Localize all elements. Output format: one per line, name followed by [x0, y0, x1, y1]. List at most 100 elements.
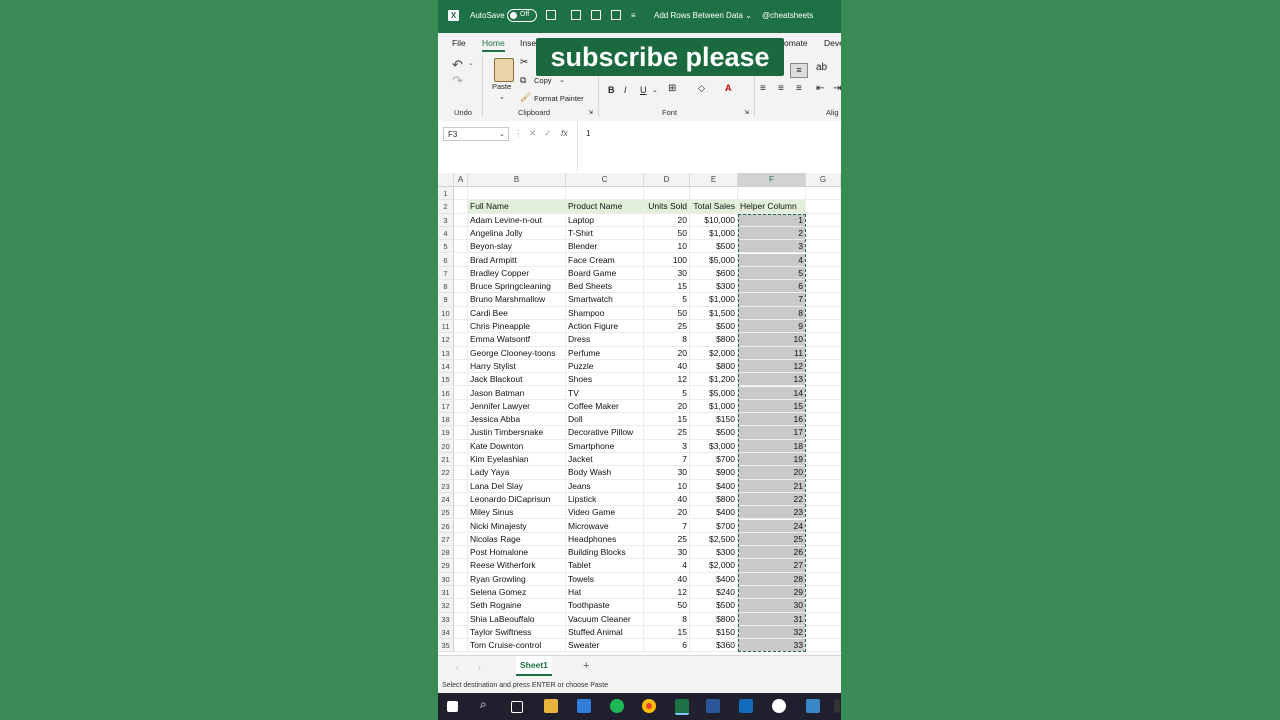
row-header[interactable]: 16: [438, 386, 454, 400]
grid-cell[interactable]: $2,000: [690, 346, 738, 360]
grid-cell[interactable]: 30: [644, 546, 690, 560]
row-header[interactable]: 20: [438, 439, 454, 453]
add-sheet-button[interactable]: +: [583, 660, 589, 672]
grid-cell[interactable]: Reese Witherfork: [468, 559, 566, 573]
grid-cell[interactable]: 1: [738, 213, 806, 227]
grid-cell[interactable]: [806, 399, 841, 414]
grid-cell[interactable]: $500: [690, 426, 738, 440]
column-header-c[interactable]: C: [566, 173, 644, 187]
grid-cell[interactable]: [806, 359, 841, 374]
grid-cell[interactable]: $2,000: [690, 559, 738, 573]
column-header-e[interactable]: E: [690, 173, 738, 187]
grid-cell[interactable]: 15: [644, 280, 690, 294]
grid-cell[interactable]: $500: [690, 599, 738, 613]
grid-cell[interactable]: [806, 479, 841, 493]
grid-cell[interactable]: 20: [644, 213, 690, 227]
grid-cell[interactable]: 100: [644, 253, 690, 267]
grid-cell[interactable]: [454, 359, 468, 374]
grid-cell[interactable]: $5,000: [690, 386, 738, 400]
grid-cell[interactable]: 12: [738, 359, 806, 374]
grid-cell[interactable]: [806, 426, 841, 440]
macro-dropdown[interactable]: Add Rows Between Data ⌄: [654, 11, 752, 20]
grid-cell[interactable]: 20: [644, 506, 690, 520]
grid-cell[interactable]: 2: [738, 226, 806, 241]
row-header[interactable]: 22: [438, 466, 454, 480]
grid-cell[interactable]: 16: [738, 413, 806, 427]
row-header[interactable]: 24: [438, 492, 454, 507]
grid-cell[interactable]: 14: [738, 386, 806, 400]
chevron-down-icon[interactable]: ⌄: [652, 86, 658, 94]
grid-cell[interactable]: [454, 200, 468, 214]
row-header[interactable]: 3: [438, 213, 454, 227]
grid-cell[interactable]: [806, 599, 841, 613]
grid-cell[interactable]: [454, 306, 468, 320]
grid-cell[interactable]: [454, 519, 468, 533]
chevron-down-icon[interactable]: ⌄: [559, 76, 565, 84]
grid-cell[interactable]: $150: [690, 413, 738, 427]
grid-cell[interactable]: [454, 373, 468, 387]
grid-cell[interactable]: 8: [644, 612, 690, 626]
grid-cell[interactable]: [454, 506, 468, 520]
grid-cell[interactable]: $1,500: [690, 306, 738, 320]
grid-cell[interactable]: $400: [690, 479, 738, 493]
app-icon[interactable]: [772, 699, 786, 713]
grid-cell[interactable]: [454, 625, 468, 640]
excel-taskbar-icon[interactable]: [675, 699, 689, 715]
spotify-icon[interactable]: [610, 699, 624, 713]
grid-cell[interactable]: [454, 546, 468, 560]
row-header[interactable]: 4: [438, 226, 454, 241]
format-painter-icon[interactable]: 🖌: [520, 92, 531, 103]
row-header[interactable]: 31: [438, 586, 454, 600]
grid-cell[interactable]: [806, 266, 841, 281]
grid-cell[interactable]: Doll: [566, 413, 644, 427]
explorer-icon[interactable]: [544, 699, 558, 713]
grid-cell[interactable]: Stuffed Animal: [566, 625, 644, 640]
tab-file[interactable]: File: [452, 38, 466, 48]
grid-cell[interactable]: [454, 599, 468, 613]
row-header[interactable]: 34: [438, 625, 454, 640]
grid-cell[interactable]: Selena Gomez: [468, 586, 566, 600]
grid-cell[interactable]: Taylor Swiftness: [468, 625, 566, 640]
grid-cell[interactable]: Emma Watsontf: [468, 333, 566, 347]
paste-icon[interactable]: [494, 58, 514, 82]
insert-function-icon[interactable]: fx: [561, 128, 568, 138]
grid-cell[interactable]: [644, 187, 690, 201]
grid-cell[interactable]: $300: [690, 280, 738, 294]
grid-cell[interactable]: $10,000: [690, 213, 738, 227]
grid-cell[interactable]: 30: [644, 266, 690, 281]
enter-icon[interactable]: ✓: [544, 128, 551, 139]
app-icon[interactable]: [806, 699, 820, 713]
grid-cell[interactable]: 23: [738, 506, 806, 520]
column-header-g[interactable]: G: [806, 173, 841, 187]
grid-cell[interactable]: 15: [644, 625, 690, 640]
grid-cell[interactable]: Lady Yaya: [468, 466, 566, 480]
sheet-tab-sheet1[interactable]: Sheet1: [516, 656, 552, 676]
dialog-launcher-icon[interactable]: ⇲: [588, 109, 593, 116]
grid-cell[interactable]: [454, 572, 468, 586]
font-color-icon[interactable]: A: [725, 83, 732, 93]
grid-cell[interactable]: Body Wash: [566, 466, 644, 480]
grid-cell[interactable]: [806, 293, 841, 307]
row-header[interactable]: 19: [438, 426, 454, 440]
grid-cell[interactable]: [806, 639, 841, 653]
grid-cell[interactable]: 25: [644, 426, 690, 440]
grid-cell[interactable]: [468, 187, 566, 201]
grid-cell[interactable]: [454, 466, 468, 480]
grid-cell[interactable]: Full Name: [468, 200, 566, 214]
grid-cell[interactable]: Units Sold: [644, 200, 690, 214]
grid-cell[interactable]: [454, 253, 468, 267]
grid-cell[interactable]: Lipstick: [566, 492, 644, 507]
grid-cell[interactable]: 28: [738, 572, 806, 586]
grid-cell[interactable]: Helper Column: [738, 200, 806, 214]
search-icon[interactable]: ⌕: [480, 697, 494, 711]
grid-cell[interactable]: 13: [738, 373, 806, 387]
grid-cell[interactable]: $1,000: [690, 226, 738, 241]
grid-cell[interactable]: 22: [738, 492, 806, 507]
grid-cell[interactable]: $240: [690, 586, 738, 600]
row-header[interactable]: 1: [438, 187, 454, 201]
cancel-icon[interactable]: ✕: [529, 128, 536, 139]
grid-cell[interactable]: [806, 625, 841, 640]
row-header[interactable]: 30: [438, 572, 454, 586]
row-header[interactable]: 12: [438, 333, 454, 347]
grid-cell[interactable]: Shoes: [566, 373, 644, 387]
